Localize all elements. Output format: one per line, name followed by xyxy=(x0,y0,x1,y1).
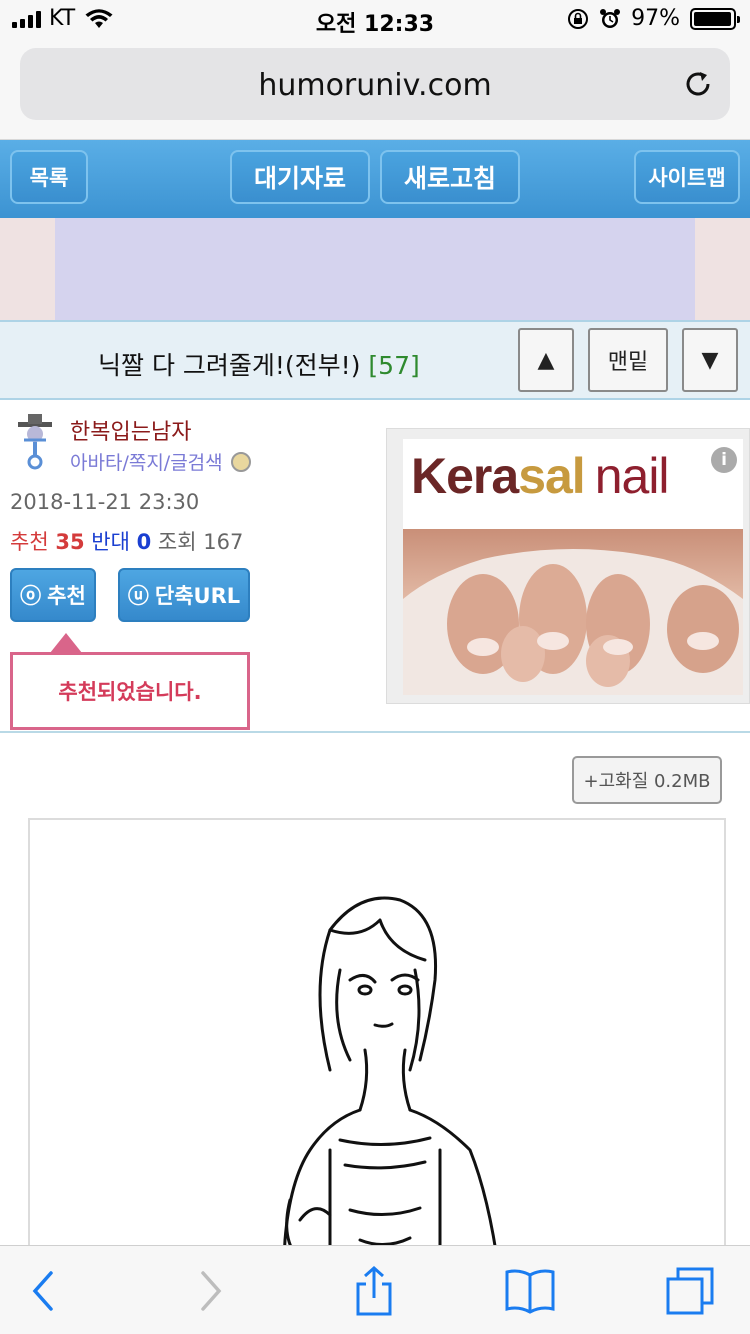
high-quality-button[interactable]: +고화질 0.2MB xyxy=(572,756,722,804)
recommend-count: 35 xyxy=(55,530,85,554)
oppose-count: 0 xyxy=(136,530,152,554)
post-title-bar: 닉짤 다 그려줄게!(전부!) [57] ▲ 맨밑 ▼ xyxy=(0,320,750,400)
reload-icon[interactable] xyxy=(682,68,714,100)
status-bar: KT 오전 12:33 97% xyxy=(0,0,750,40)
ad-brand-part3: nail xyxy=(594,448,670,504)
author-links-text[interactable]: 아바타/쪽지/글검색 xyxy=(70,448,223,475)
author-links: 아바타/쪽지/글검색 xyxy=(70,448,251,475)
post-title-text: 닉짤 다 그려줄게!(전부!) xyxy=(98,351,361,380)
banner-ad[interactable] xyxy=(55,218,695,320)
post-date: 2018-11-21 23:30 xyxy=(10,490,200,514)
book-icon xyxy=(505,1269,555,1314)
battery-percent: 97% xyxy=(631,6,680,31)
share-button[interactable] xyxy=(344,1266,404,1316)
short-url-icon: ⓤ xyxy=(127,584,149,608)
ad-image xyxy=(403,529,743,695)
section-divider xyxy=(0,731,750,733)
battery-level xyxy=(694,11,731,26)
chevron-right-icon xyxy=(201,1271,222,1311)
battery-icon xyxy=(690,7,740,30)
side-ad[interactable]: Kerasal nail i xyxy=(403,439,743,695)
address-bar[interactable]: humoruniv.com xyxy=(20,48,730,120)
views-label: 조회 xyxy=(157,530,197,554)
ad-brand-part2: sal xyxy=(518,448,586,504)
tabs-icon xyxy=(666,1267,714,1315)
status-right: 97% xyxy=(567,6,740,31)
pending-button[interactable]: 대기자료 xyxy=(230,150,370,204)
scroll-up-button[interactable]: ▲ xyxy=(518,328,574,392)
back-button[interactable] xyxy=(14,1266,74,1316)
level-badge-icon xyxy=(230,451,251,472)
tabs-button[interactable] xyxy=(660,1266,720,1316)
ad-brand-logo: Kerasal nail xyxy=(411,447,670,505)
recommend-icon: ⓞ xyxy=(20,584,42,608)
short-url-button[interactable]: ⓤ 단축URL xyxy=(118,568,250,622)
oppose-label: 반대 xyxy=(91,530,130,554)
site-nav: 목록 대기자료 새로고침 사이트맵 xyxy=(0,140,750,218)
alarm-icon xyxy=(600,8,621,28)
sitemap-button[interactable]: 사이트맵 xyxy=(634,150,740,204)
recommend-button-label: 추천 xyxy=(47,584,86,608)
scroll-down-button[interactable]: ▼ xyxy=(682,328,738,392)
views-count: 167 xyxy=(203,530,244,554)
chevron-left-icon xyxy=(32,1271,53,1311)
banner-ad-area xyxy=(0,218,750,320)
avatar[interactable] xyxy=(14,414,56,470)
browser-url-area: humoruniv.com xyxy=(0,40,750,140)
comment-count[interactable]: [57] xyxy=(368,351,419,380)
share-icon xyxy=(356,1266,392,1316)
scroll-bottom-button[interactable]: 맨밑 xyxy=(588,328,668,392)
refresh-button[interactable]: 새로고침 xyxy=(380,150,520,204)
post-title: 닉짤 다 그려줄게!(전부!) [57] xyxy=(98,346,420,382)
author-name[interactable]: 한복입는남자 xyxy=(70,414,191,446)
ad-brand-part1: Kera xyxy=(411,448,519,504)
rotation-lock-icon xyxy=(568,8,589,29)
forward-button[interactable] xyxy=(180,1266,240,1316)
recommend-label: 추천 xyxy=(10,530,49,554)
bookmarks-button[interactable] xyxy=(500,1266,560,1316)
url-text[interactable]: humoruniv.com xyxy=(20,68,730,103)
recommend-tooltip: 추천되었습니다. xyxy=(10,652,250,730)
recommend-button[interactable]: ⓞ 추천 xyxy=(10,568,96,622)
browser-toolbar xyxy=(0,1245,750,1334)
tooltip-arrow xyxy=(50,633,82,653)
list-button[interactable]: 목록 xyxy=(10,150,88,204)
short-url-button-label: 단축URL xyxy=(154,584,241,608)
ad-info-icon[interactable]: i xyxy=(711,447,737,473)
side-ad-area: Kerasal nail i xyxy=(386,428,750,704)
post-stats: 추천 35 반대 0 조회 167 xyxy=(10,526,243,556)
